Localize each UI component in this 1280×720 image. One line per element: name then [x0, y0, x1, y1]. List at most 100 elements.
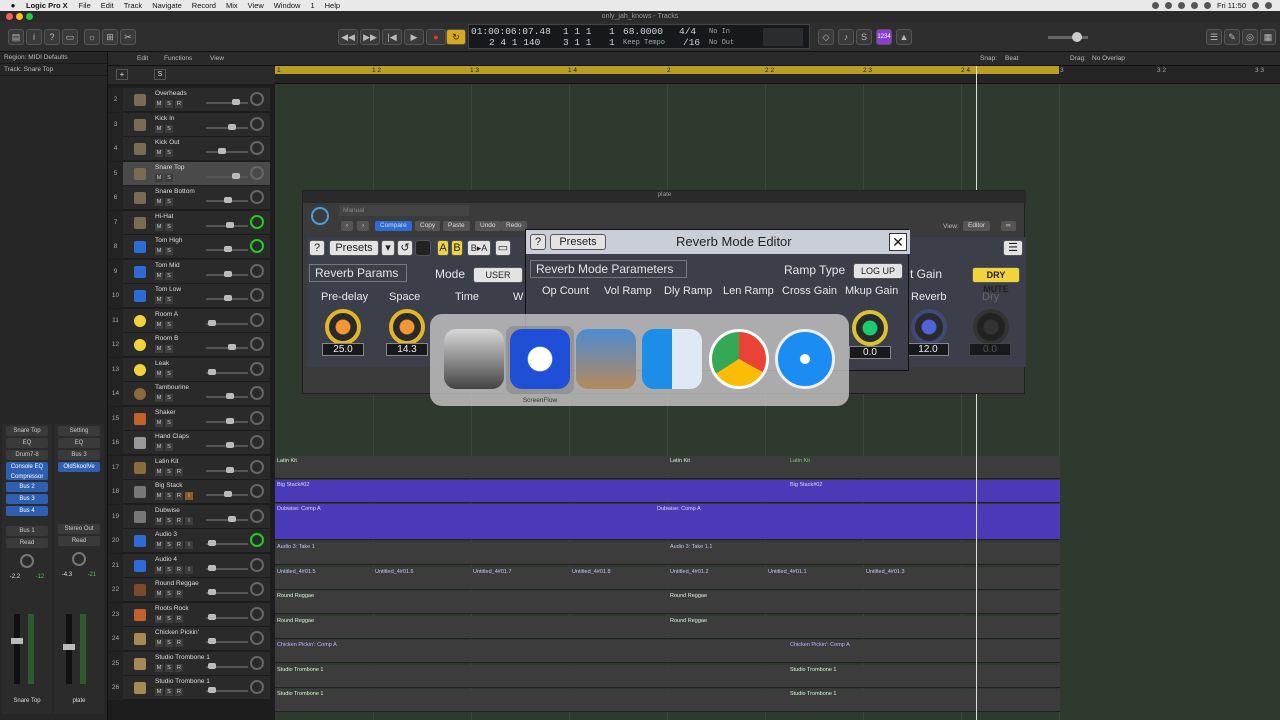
- solo-button[interactable]: S: [165, 492, 173, 500]
- track-name[interactable]: Leak: [155, 360, 169, 367]
- mute-button[interactable]: M: [155, 247, 163, 255]
- pan-knob[interactable]: [250, 288, 264, 302]
- input-slot[interactable]: Bus 3: [58, 450, 100, 460]
- solo-button[interactable]: S: [165, 639, 173, 647]
- rewind-icon[interactable]: ◀◀: [338, 29, 358, 45]
- count-in-icon[interactable]: 1234: [876, 29, 892, 45]
- volume-handle[interactable]: [228, 344, 236, 350]
- volume-handle[interactable]: [208, 638, 216, 644]
- track-name[interactable]: Latin Kit: [155, 458, 179, 465]
- mixer-icon[interactable]: ⊞: [102, 29, 118, 45]
- mode-select[interactable]: USER: [473, 267, 523, 283]
- volume-handle[interactable]: [226, 442, 234, 448]
- volume-handle[interactable]: [226, 466, 234, 473]
- volume-handle[interactable]: [208, 687, 216, 693]
- battery-icon[interactable]: [1203, 2, 1211, 9]
- volume-handle[interactable]: [224, 246, 232, 252]
- track-header[interactable]: 21 Audio 4 MSRI: [108, 553, 270, 578]
- pan-knob[interactable]: [250, 582, 264, 596]
- pan-knob[interactable]: [20, 554, 34, 568]
- makeup-gain-knob[interactable]: [852, 310, 888, 346]
- volume-slider[interactable]: [206, 102, 248, 104]
- loop-browser-icon[interactable]: ◎: [1242, 29, 1258, 45]
- solo-button[interactable]: S: [165, 443, 173, 451]
- solo-icon[interactable]: S: [856, 29, 872, 45]
- track-header[interactable]: 22 Round Reggae M S R: [108, 578, 270, 602]
- volume-handle[interactable]: [226, 221, 234, 228]
- pan-knob[interactable]: [250, 116, 264, 131]
- tuner-icon[interactable]: ♪: [838, 29, 854, 45]
- pan-knob[interactable]: [250, 459, 264, 474]
- menu-navigate[interactable]: Navigate: [152, 1, 182, 10]
- volume-handle[interactable]: [208, 613, 216, 620]
- volume-slider[interactable]: [206, 151, 248, 153]
- volume-handle[interactable]: [226, 417, 234, 424]
- metronome-icon[interactable]: ▲: [896, 29, 912, 45]
- pan-knob[interactable]: [250, 263, 264, 278]
- region-lane[interactable]: Audio 3: Take 1 Audio 3: Take 1.1: [275, 542, 1060, 565]
- volume-handle[interactable]: [224, 295, 232, 301]
- plugin-slot[interactable]: OldSkoolVe: [58, 462, 100, 472]
- track-name[interactable]: Studio Trombone 1: [155, 654, 210, 661]
- view-select[interactable]: Editor: [963, 221, 990, 231]
- solo-button[interactable]: S: [165, 541, 173, 549]
- region-lane[interactable]: Studio Trombone 1 Studio Trombone 1: [275, 689, 1060, 712]
- smart-controls-icon[interactable]: ☼: [84, 29, 100, 45]
- screenflow-icon[interactable]: [510, 329, 570, 389]
- track-name[interactable]: Tom Mid: [155, 262, 180, 269]
- master-volume-slider[interactable]: [1048, 32, 1088, 42]
- track-name[interactable]: Tom Low: [155, 286, 181, 293]
- solo-button[interactable]: S: [165, 516, 173, 525]
- solo-button[interactable]: S: [165, 614, 173, 623]
- record-button[interactable]: R: [175, 492, 183, 500]
- mute-button[interactable]: M: [155, 149, 163, 157]
- track-name[interactable]: Tambourine: [155, 384, 189, 391]
- volume-handle[interactable]: [208, 540, 216, 546]
- reverb-mode-parameters-tab[interactable]: Reverb Mode Parameters: [530, 260, 687, 278]
- editors-icon[interactable]: ✂: [120, 29, 136, 45]
- track-header[interactable]: 9 Tom Mid M S: [108, 259, 270, 284]
- pan-knob[interactable]: [250, 410, 264, 425]
- region-lane[interactable]: Round Reggae Round Reggae: [275, 616, 1060, 639]
- pan-knob[interactable]: [250, 92, 264, 106]
- send-slot[interactable]: Bus 2: [6, 482, 48, 492]
- track-name[interactable]: Kick Out: [155, 139, 180, 146]
- mute-button[interactable]: M: [155, 124, 163, 133]
- input-monitor-button[interactable]: I: [185, 565, 193, 574]
- mute-button[interactable]: M: [155, 394, 163, 402]
- ab-copy-button[interactable]: B▸A: [467, 240, 491, 256]
- replace-icon[interactable]: ◇: [818, 29, 834, 45]
- solo-button[interactable]: S: [165, 124, 173, 133]
- track-name[interactable]: Room A: [155, 311, 178, 318]
- mute-button[interactable]: M: [155, 639, 163, 647]
- record-button[interactable]: R: [175, 639, 183, 647]
- automation-mode[interactable]: Read: [6, 538, 48, 548]
- volume-icon[interactable]: [1190, 2, 1198, 9]
- strip-setting[interactable]: Setting: [58, 426, 100, 436]
- track-name[interactable]: Audio 4: [155, 556, 177, 563]
- pan-knob[interactable]: [250, 386, 264, 400]
- spotlight-icon[interactable]: [1252, 2, 1259, 9]
- volume-handle[interactable]: [232, 99, 240, 105]
- volume-handle[interactable]: [218, 148, 226, 154]
- input-monitor-button[interactable]: I: [185, 516, 193, 525]
- chrome-icon[interactable]: [709, 329, 769, 389]
- automation-mode[interactable]: Read: [58, 536, 100, 546]
- record-button[interactable]: R: [175, 688, 183, 696]
- dry-level-value[interactable]: 0.0: [969, 343, 1011, 356]
- output-slot[interactable]: Bus 1: [6, 526, 48, 536]
- track-header[interactable]: 20 Audio 3 MSRI: [108, 529, 270, 553]
- track-header[interactable]: 24 Chicken Pickin' M S R: [108, 627, 270, 651]
- mute-button[interactable]: M: [155, 100, 163, 108]
- volume-fader[interactable]: [14, 614, 20, 684]
- track-header[interactable]: 2 Overheads M S R: [108, 88, 270, 112]
- menubar-clock[interactable]: Fri 11:50: [1217, 1, 1246, 10]
- track-name[interactable]: Shaker: [155, 409, 176, 416]
- makeup-gain-value[interactable]: 0.0: [849, 346, 891, 359]
- track-header[interactable]: 19 Dubwise M S R I: [108, 504, 270, 529]
- mute-button[interactable]: M: [155, 320, 163, 329]
- record-button[interactable]: R: [175, 516, 183, 525]
- master-volume-knob[interactable]: [1072, 32, 1082, 42]
- track-header-selected[interactable]: 5 Snare Top M S: [108, 161, 270, 186]
- track-header[interactable]: 26 Studio Trombone 1 MSR: [108, 676, 270, 700]
